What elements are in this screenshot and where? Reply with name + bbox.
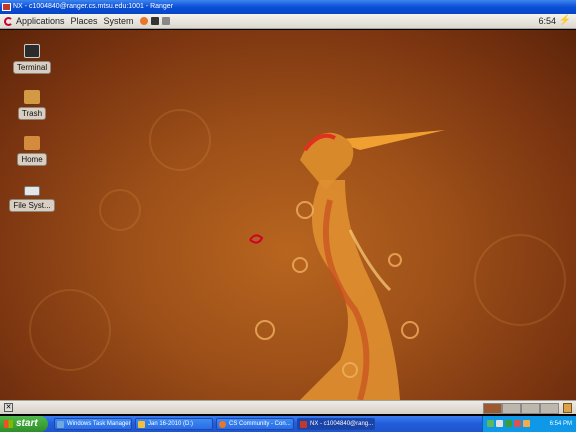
windows-logo-icon xyxy=(4,420,13,428)
debian-logo-icon[interactable] xyxy=(4,16,13,26)
terminal-launcher-icon[interactable] xyxy=(150,17,159,25)
drive-icon xyxy=(138,421,145,428)
desktop-icon-label: Trash xyxy=(17,107,47,120)
update-tray-icon[interactable] xyxy=(514,420,521,427)
panel-clock[interactable]: 6:54 xyxy=(538,16,556,26)
app-tray-icon[interactable] xyxy=(523,420,530,427)
show-desktop-icon[interactable]: ✕ xyxy=(4,403,13,412)
drive-icon xyxy=(24,186,40,196)
top-panel: Applications Places System 6:54 ⚡ xyxy=(0,14,576,29)
start-label: start xyxy=(16,418,38,429)
home-folder-icon xyxy=(24,136,40,150)
window-title: NX - c1004840@ranger.cs.mtsu.edu:1001 - … xyxy=(13,3,174,10)
nx-icon xyxy=(2,3,11,11)
trash-applet-icon[interactable] xyxy=(563,403,572,413)
windows-taskbar: start Windows Task Manager Jan 16-2010 (… xyxy=(0,416,576,432)
task-manager-icon xyxy=(57,421,64,428)
workspace-1[interactable] xyxy=(483,403,502,414)
menu-places[interactable]: Places xyxy=(71,16,98,26)
desktop-icon-label: Terminal xyxy=(12,61,52,74)
tray-clock[interactable]: 6:54 PM xyxy=(550,416,572,432)
menu-system[interactable]: System xyxy=(104,16,134,26)
workspace-2[interactable] xyxy=(502,403,521,414)
taskbar-button-task-manager[interactable]: Windows Task Manager xyxy=(54,418,132,430)
desktop-icon-terminal[interactable]: Terminal xyxy=(7,44,57,74)
editor-launcher-icon[interactable] xyxy=(161,17,170,25)
terminal-icon xyxy=(24,44,40,58)
taskbar-button-drive[interactable]: Jan 16-2010 (D:) xyxy=(135,418,213,430)
start-button[interactable]: start xyxy=(0,416,48,432)
taskbar-button-label: Jan 16-2010 (D:) xyxy=(148,421,194,427)
menu-applications[interactable]: Applications xyxy=(16,16,65,26)
window-titlebar[interactable]: NX - c1004840@ranger.cs.mtsu.edu:1001 - … xyxy=(0,0,576,14)
volume-tray-icon[interactable] xyxy=(496,420,503,427)
workspace-4[interactable] xyxy=(540,403,559,414)
trash-icon xyxy=(24,90,40,104)
security-tray-icon[interactable] xyxy=(505,420,512,427)
desktop-icon-label: File Syst... xyxy=(9,199,55,212)
network-tray-icon[interactable] xyxy=(487,420,494,427)
wallpaper-bird xyxy=(29,109,566,400)
nx-icon xyxy=(300,421,307,428)
system-tray: 6:54 PM xyxy=(482,416,576,432)
desktop-icon-filesystem[interactable]: File Syst... xyxy=(7,182,57,212)
taskbar-button-nx[interactable]: NX - c1004840@rang... xyxy=(297,418,375,430)
workspace-3[interactable] xyxy=(521,403,540,414)
desktop-icon-trash[interactable]: Trash xyxy=(7,90,57,120)
desktop-icon-home[interactable]: Home xyxy=(7,136,57,166)
taskbar-button-label: Windows Task Manager xyxy=(67,421,131,427)
bottom-panel: ✕ xyxy=(0,400,576,414)
taskbar-button-label: CS Community - Con... xyxy=(229,421,291,427)
workspace-switcher[interactable] xyxy=(483,403,559,414)
taskbar-button-firefox[interactable]: CS Community - Con... xyxy=(216,418,294,430)
taskbar-button-label: NX - c1004840@rang... xyxy=(310,421,374,427)
firefox-icon xyxy=(219,421,226,428)
desktop[interactable]: Terminal Trash Home File Syst... xyxy=(0,30,576,400)
firefox-launcher-icon[interactable] xyxy=(139,17,148,25)
network-icon[interactable]: ⚡ xyxy=(559,16,571,26)
desktop-icon-label: Home xyxy=(17,153,47,166)
